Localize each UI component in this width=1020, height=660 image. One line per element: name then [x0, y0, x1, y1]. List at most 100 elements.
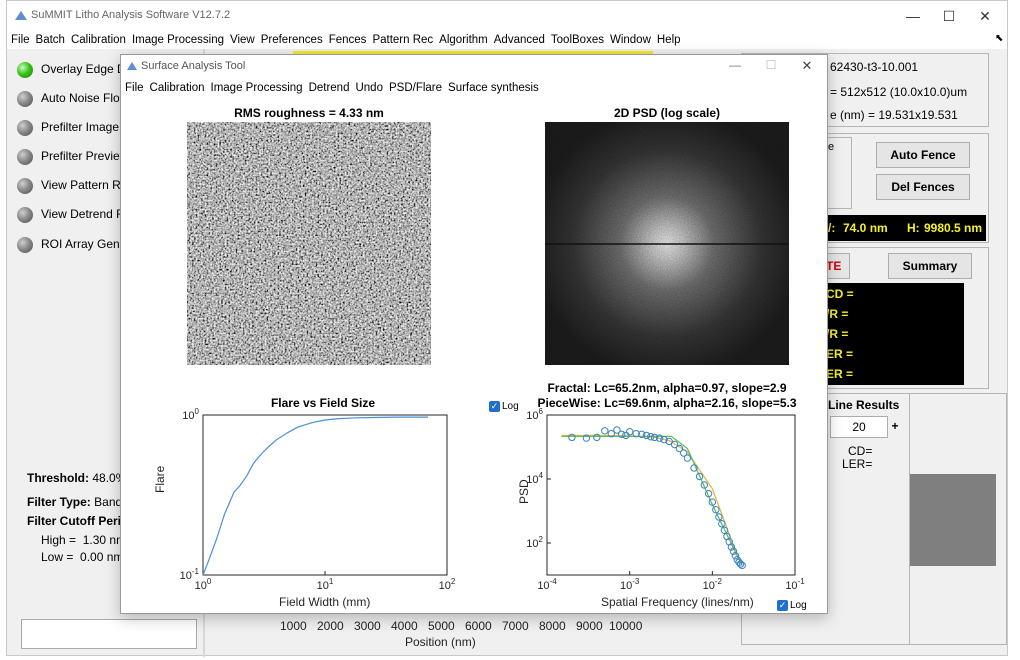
option-label: Overlay Edge Da — [41, 62, 133, 76]
cd-result-label: CD= — [848, 444, 873, 458]
maximize-button[interactable]: ☐ — [929, 1, 969, 31]
app-logo-icon — [127, 62, 137, 70]
ler-result-label: LER= — [842, 457, 873, 471]
position-tick: 7000 — [502, 619, 529, 633]
x-tick-label: 101 — [317, 577, 334, 592]
menu-toolboxes[interactable]: ToolBoxes — [548, 31, 607, 49]
option-label: Prefilter Image — [41, 120, 120, 134]
log-label: Log — [790, 600, 807, 612]
menu-fences[interactable]: Fences — [326, 31, 370, 49]
menu-batch[interactable]: Batch — [33, 31, 68, 49]
menu-pattern-rec[interactable]: Pattern Rec — [369, 31, 436, 49]
menu-file[interactable]: File — [121, 79, 147, 97]
position-tick: 8000 — [539, 619, 566, 633]
auto-fence-button[interactable]: Auto Fence — [876, 142, 970, 168]
plot-area — [202, 414, 448, 576]
low-label: Low = — [41, 550, 74, 564]
preview-swatch — [910, 474, 996, 566]
increment-button[interactable]: + — [888, 416, 902, 438]
summary-button[interactable]: Summary — [888, 253, 972, 279]
menu-preferences[interactable]: Preferences — [258, 31, 326, 49]
main-menubar: File Batch Calibration Image Processing View… — [7, 31, 1007, 49]
pixel-size: e (nm) = 19.531x19.531 — [830, 108, 958, 122]
position-tick: 2000 — [317, 619, 344, 633]
threshold-label: Threshold: — [27, 471, 89, 485]
position-axis-label: Position (nm) — [405, 635, 476, 649]
pin-icon[interactable]: ⬉ — [995, 33, 1003, 44]
roughness-image — [187, 122, 431, 365]
menu-image-processing[interactable]: Image Processing — [129, 31, 227, 49]
psd-log-checkbox[interactable]: ✓ Log — [777, 600, 807, 611]
menu-window[interactable]: Window — [607, 31, 654, 49]
del-fences-button[interactable]: Del Fences — [876, 174, 970, 200]
x-tick-label: 10-4 — [537, 577, 557, 592]
minimize-button[interactable]: — — [893, 1, 933, 31]
menu-help[interactable]: Help — [654, 31, 684, 49]
menu-advanced[interactable]: Advanced — [491, 31, 548, 49]
width-value: 74.0 nm — [843, 221, 888, 235]
position-axis: 1000 2000 3000 4000 5000 6000 7000 8000 … — [267, 619, 667, 653]
checkbox-checked-icon: ✓ — [489, 401, 500, 412]
status-led-icon — [17, 119, 33, 136]
filter-type-readout: Filter Type: BandP — [27, 495, 130, 509]
menu-file[interactable]: File — [7, 31, 33, 49]
line-count-field[interactable]: 20 — [830, 416, 888, 438]
filter-cutoff-heading: Filter Cutoff Perio — [27, 514, 128, 528]
menu-calibration[interactable]: Calibration — [147, 79, 208, 97]
x-tick-label: 10-2 — [703, 577, 723, 592]
menu-algorithm[interactable]: Algorithm — [436, 31, 491, 49]
fence-group-label: e — [828, 141, 835, 153]
flare-y-axis-label: Flare — [153, 465, 167, 493]
surface-tool-menubar: File Calibration Image Processing Detrend Un… — [121, 79, 827, 97]
option-label: Auto Noise Floor — [41, 91, 131, 105]
filter-type-label: Filter Type: — [27, 495, 91, 509]
menu-undo[interactable]: Undo — [352, 79, 386, 97]
x-tick-label: 100 — [195, 577, 212, 592]
image-size: = 512x512 (10.0x10.0)um — [830, 85, 968, 99]
app-logo-icon — [15, 11, 27, 20]
status-led-icon — [17, 236, 33, 253]
main-window-title: SuMMIT Litho Analysis Software V12.7.2 — [31, 9, 231, 21]
psd-fit-title-1: Fractal: Lc=65.2nm, alpha=0.97, slope=2.… — [547, 381, 787, 395]
checkbox-checked-icon: ✓ — [777, 600, 788, 611]
result-row: ER = — [826, 347, 854, 361]
surface-analysis-tool-window: Surface Analysis Tool — ☐ ✕ File Calibrat… — [120, 54, 828, 614]
line-results-title: Line Results — [828, 398, 900, 412]
menu-detrend[interactable]: Detrend — [306, 79, 353, 97]
menu-psd-flare[interactable]: PSD/Flare — [386, 79, 445, 97]
position-tick: 5000 — [428, 619, 455, 633]
psd-y-axis-label: PSD — [517, 479, 531, 504]
option-label: View Detrend Re — [41, 207, 132, 221]
minimize-button[interactable]: — — [725, 58, 745, 72]
menu-surface-synthesis[interactable]: Surface synthesis — [445, 79, 542, 97]
result-row: /R = — [826, 307, 849, 321]
menu-calibration[interactable]: Calibration — [68, 31, 129, 49]
high-label: High = — [41, 533, 77, 547]
close-button[interactable]: ✕ — [965, 1, 1005, 31]
result-row: ER = — [826, 367, 854, 381]
main-titlebar: SuMMIT Litho Analysis Software V12.7.2 —… — [7, 1, 1007, 31]
menu-view[interactable]: View — [227, 31, 258, 49]
maximize-button[interactable]: ☐ — [761, 58, 781, 72]
result-row: CD = — [826, 287, 854, 301]
low-cutoff-readout: Low = 0.00 nm — [41, 550, 123, 564]
status-led-icon — [17, 177, 33, 194]
menu-image-processing[interactable]: Image Processing — [208, 79, 306, 97]
filter-cutoff-label: Filter Cutoff Perio — [27, 514, 129, 528]
y-tick-label: 102 — [526, 535, 543, 550]
flare-vs-field-size-chart: 100 101 10210-1100 — [180, 407, 456, 592]
position-tick: 9000 — [576, 619, 603, 633]
status-led-icon — [17, 61, 33, 78]
result-row: /R = — [826, 327, 849, 341]
flare-x-axis-label: Field Width (mm) — [279, 595, 371, 609]
position-tick: 1000 — [280, 619, 307, 633]
status-led-icon — [17, 206, 33, 223]
rms-roughness-title: RMS roughness = 4.33 nm — [234, 106, 384, 120]
file-name: 62430-t3-10.001 — [830, 60, 919, 74]
option-label: ROI Array Gener — [41, 237, 131, 251]
x-tick-label: 102 — [439, 577, 456, 592]
close-button[interactable]: ✕ — [797, 58, 817, 74]
psd-x-axis-label: Spatial Frequency (lines/nm) — [601, 595, 754, 609]
psd-2d-image — [545, 122, 789, 365]
status-text-box[interactable] — [21, 619, 197, 649]
